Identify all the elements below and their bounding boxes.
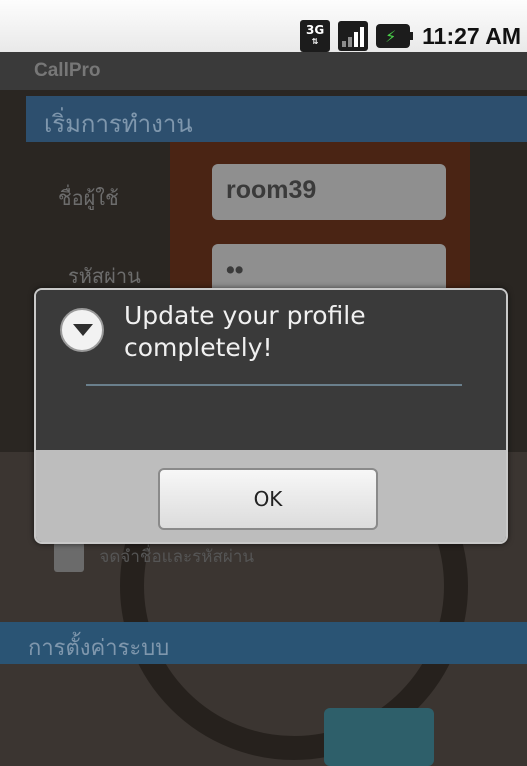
section-header: เริ่มการทำงาน	[26, 96, 527, 142]
status-time: 11:27 AM	[422, 22, 521, 49]
dialog-header: Update your profile completely!	[36, 290, 506, 386]
settings-section-header: การตั้งค่าระบบ	[0, 622, 527, 664]
dialog-message: Update your profile completely!	[124, 301, 366, 362]
username-label: ชื่อผู้ใช้	[58, 186, 119, 210]
remember-checkbox[interactable]	[54, 542, 84, 572]
username-input[interactable]: room39	[212, 164, 446, 220]
3g-icon: 3G ⇅	[300, 20, 331, 52]
remember-label: จดจำชื่อและรหัสผ่าน	[99, 547, 255, 567]
status-bar: 3G ⇅ ⚡ 11:27 AM	[0, 0, 527, 52]
battery-charging-icon: ⚡	[376, 24, 414, 48]
signal-icon	[338, 21, 369, 51]
app-title: CallPro	[0, 52, 527, 90]
alert-dialog: Update your profile completely! OK	[34, 288, 508, 544]
dialog-footer: OK	[36, 450, 506, 542]
network-type-label: 3G	[306, 23, 325, 37]
ok-button[interactable]: OK	[158, 468, 378, 530]
alert-down-arrow-icon	[60, 308, 104, 352]
bottom-button[interactable]	[324, 708, 434, 766]
remember-row[interactable]: จดจำชื่อและรหัสผ่าน	[54, 542, 254, 572]
dialog-body	[36, 386, 506, 450]
